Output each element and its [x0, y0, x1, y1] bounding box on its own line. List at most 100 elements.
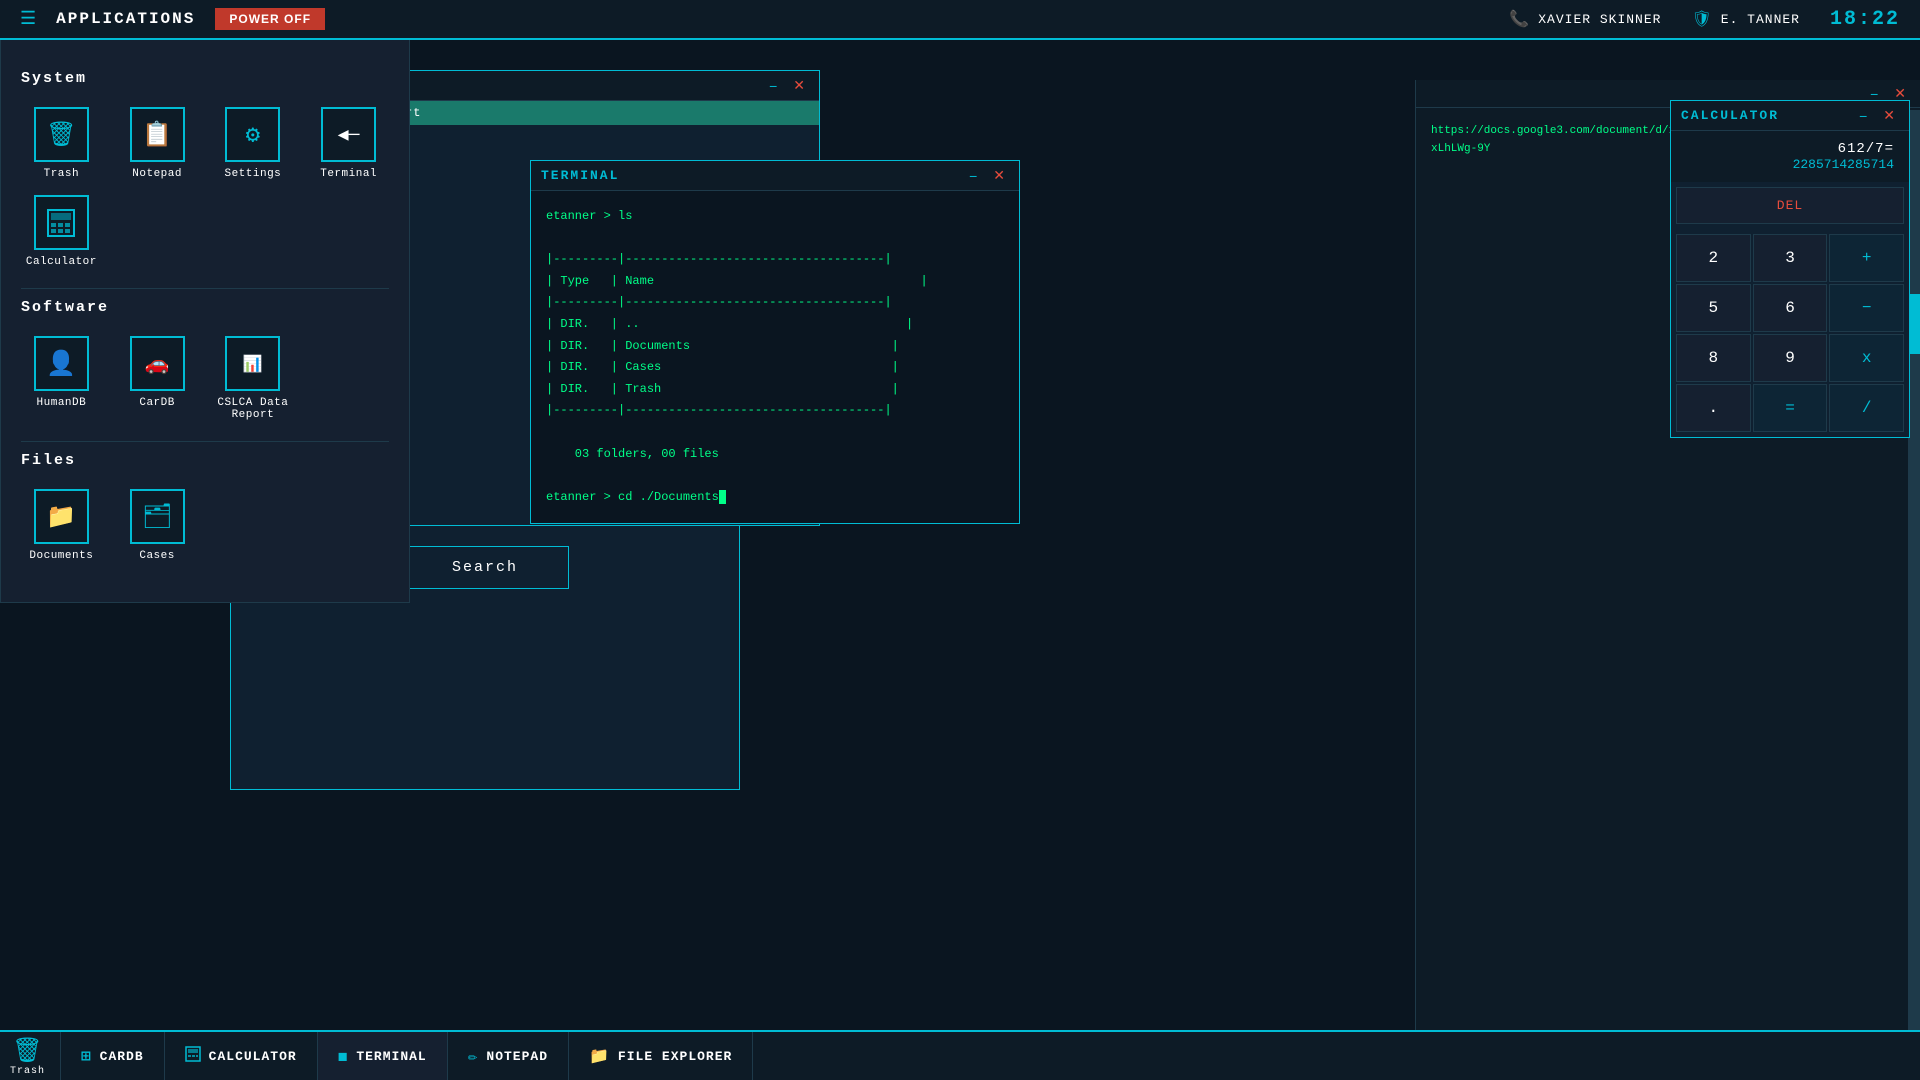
terminal-minimize[interactable]: −	[965, 168, 981, 184]
terminal-titlebar: TERMINAL − ✕	[531, 161, 1019, 191]
terminal-window: TERMINAL − ✕ etanner > ls |---------|---…	[530, 160, 1020, 524]
terminal-content[interactable]: etanner > ls |---------|----------------…	[531, 191, 1019, 523]
trash-desktop-icon: 🗑	[12, 1036, 42, 1066]
menu-item-calculator[interactable]: Calculator	[21, 195, 102, 268]
trash-icon: 🗑	[34, 107, 89, 162]
calc-btn-equals[interactable]: =	[1753, 384, 1828, 432]
calc-del-button[interactable]: DEL	[1676, 187, 1904, 224]
system-icons-grid: 🗑 Trash 📋 Notepad ⚙ Settings ◀─ Terminal	[21, 107, 389, 268]
calc-btn-minus[interactable]: −	[1829, 284, 1904, 332]
trash-desktop-label: Trash	[10, 1066, 45, 1077]
notepad-icon: 📋	[130, 107, 185, 162]
menu-divider-2	[21, 441, 389, 442]
calc-btn-3[interactable]: 3	[1753, 234, 1828, 282]
top-bar-right: 📞 XAVIER SKINNER 🛡 E. TANNER 18:22	[1509, 8, 1900, 31]
settings-icon: ⚙	[225, 107, 280, 162]
notepad-taskbar-icon: ✏	[468, 1046, 479, 1066]
terminal-title: TERMINAL	[541, 168, 619, 183]
applications-menu: System 🗑 Trash 📋 Notepad ⚙ Settings ◀─ T…	[0, 40, 410, 603]
menu-item-documents[interactable]: 📁 Documents	[21, 489, 102, 562]
calc-btn-dot[interactable]: .	[1676, 384, 1751, 432]
calc-btn-5[interactable]: 5	[1676, 284, 1751, 332]
taskbar: 🗑 Trash ⊞ CARDB CALCULATOR ◼ TERMINAL ✏ …	[0, 1030, 1920, 1080]
taskbar-notepad[interactable]: ✏ NOTEPAD	[448, 1032, 569, 1080]
hamburger-icon[interactable]: ☰	[20, 8, 36, 30]
file-explorer-taskbar-label: FILE EXPLORER	[618, 1049, 732, 1064]
calc-btn-2[interactable]: 2	[1676, 234, 1751, 282]
taskbar-terminal[interactable]: ◼ TERMINAL	[318, 1032, 448, 1080]
terminal-taskbar-icon: ◼	[338, 1046, 349, 1066]
desktop: THE TRUTH WE SEEK WE SEEK 🦅 System 🗑 Tra…	[0, 40, 1920, 1030]
terminal-taskbar-label: TERMINAL	[356, 1049, 426, 1064]
documents-icon: 📁	[34, 489, 89, 544]
humandb-icon: 👤	[34, 336, 89, 391]
user2-name: E. TANNER	[1721, 12, 1800, 27]
taskbar-cardb[interactable]: ⊞ CARDB	[61, 1032, 165, 1080]
calc-result: 2285714285714	[1686, 157, 1894, 172]
calculator-close[interactable]: ✕	[1879, 107, 1899, 124]
calc-expression: 612/7=	[1686, 141, 1894, 157]
cardb-label: CarDB	[139, 397, 175, 409]
clock: 18:22	[1830, 8, 1900, 31]
cslca-icon: 📊	[225, 336, 280, 391]
menu-divider-1	[21, 288, 389, 289]
menu-item-cases[interactable]: 🗂 Cases	[117, 489, 198, 562]
file-explorer-close[interactable]: ✕	[789, 77, 809, 94]
terminal-icon: ◀─	[321, 107, 376, 162]
calc-btn-divide[interactable]: /	[1829, 384, 1904, 432]
terminal-line-1: etanner > ls	[546, 206, 1004, 228]
calculator-title: CALCULATOR	[1681, 108, 1779, 123]
calculator-minimize[interactable]: −	[1855, 108, 1871, 124]
terminal-summary: 03 folders, 00 files	[546, 444, 1004, 466]
cardb-icon: 🚗	[130, 336, 185, 391]
top-bar-left: ☰ APPLICATIONS POWER OFF	[20, 8, 325, 30]
file-explorer-taskbar-icon: 📁	[589, 1046, 610, 1066]
menu-item-cardb[interactable]: 🚗 CarDB	[117, 336, 198, 421]
humandb-label: HumanDB	[37, 397, 87, 409]
phone-icon: 📞	[1509, 9, 1530, 29]
menu-item-trash[interactable]: 🗑 Trash	[21, 107, 102, 180]
desktop-trash[interactable]: 🗑 Trash	[10, 1036, 45, 1077]
terminal-close[interactable]: ✕	[989, 167, 1009, 184]
settings-label: Settings	[224, 168, 281, 180]
calc-btn-8[interactable]: 8	[1676, 334, 1751, 382]
file-explorer-controls: − ✕	[765, 77, 809, 94]
notepad-label: Notepad	[132, 168, 182, 180]
cardb-taskbar-label: CARDB	[100, 1049, 144, 1064]
calc-btn-plus[interactable]: +	[1829, 234, 1904, 282]
terminal-line-table: |---------|-----------------------------…	[546, 249, 1004, 422]
app-title: APPLICATIONS	[56, 10, 195, 28]
system-section-title: System	[21, 70, 389, 87]
menu-item-notepad[interactable]: 📋 Notepad	[117, 107, 198, 180]
taskbar-calculator[interactable]: CALCULATOR	[165, 1032, 318, 1080]
menu-item-terminal[interactable]: ◀─ Terminal	[308, 107, 389, 180]
notepad-taskbar-label: NOTEPAD	[486, 1049, 548, 1064]
shield-icon: 🛡	[1691, 9, 1712, 29]
file-explorer-minimize[interactable]: −	[765, 78, 781, 94]
power-off-button[interactable]: POWER OFF	[215, 8, 325, 30]
menu-item-cslca[interactable]: 📊 CSLCA Data Report	[213, 336, 294, 421]
taskbar-file-explorer[interactable]: 📁 FILE EXPLORER	[569, 1032, 753, 1080]
calc-btn-multiply[interactable]: x	[1829, 334, 1904, 382]
files-section-title: Files	[21, 452, 389, 469]
terminal-controls: − ✕	[965, 167, 1009, 184]
calculator-titlebar: CALCULATOR − ✕	[1671, 101, 1909, 131]
trash-label: Trash	[44, 168, 80, 180]
calculator-taskbar-icon	[185, 1046, 201, 1067]
calculator-label: Calculator	[26, 256, 97, 268]
calculator-icon	[34, 195, 89, 250]
user1-name: XAVIER SKINNER	[1538, 12, 1661, 27]
search-button[interactable]: Search	[401, 546, 569, 589]
calculator-window: CALCULATOR − ✕ 612/7= 2285714285714 DEL …	[1670, 100, 1910, 438]
calculator-display: 612/7= 2285714285714	[1671, 131, 1909, 182]
cases-label: Cases	[139, 550, 175, 562]
calc-btn-6[interactable]: 6	[1753, 284, 1828, 332]
menu-item-settings[interactable]: ⚙ Settings	[213, 107, 294, 180]
terminal-output: etanner > ls |---------|----------------…	[546, 206, 1004, 508]
cases-icon: 🗂	[130, 489, 185, 544]
calculator-controls: − ✕	[1855, 107, 1899, 124]
calculator-taskbar-label: CALCULATOR	[209, 1049, 297, 1064]
menu-item-humandb[interactable]: 👤 HumanDB	[21, 336, 102, 421]
top-bar: ☰ APPLICATIONS POWER OFF 📞 XAVIER SKINNE…	[0, 0, 1920, 40]
calc-btn-9[interactable]: 9	[1753, 334, 1828, 382]
